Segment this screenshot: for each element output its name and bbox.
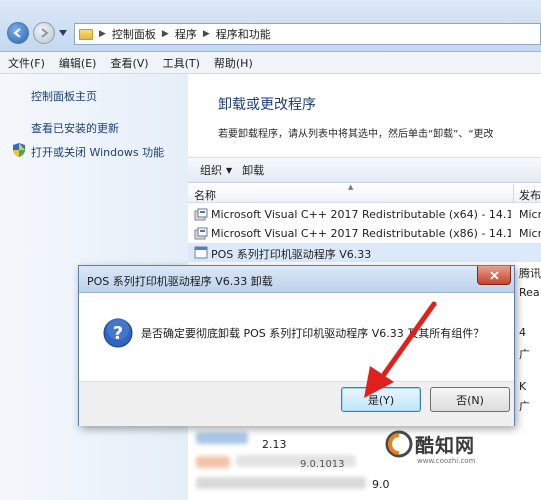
forward-button[interactable] [33, 22, 55, 44]
publisher-fragment: 广 [519, 348, 530, 361]
dialog-title-bar[interactable]: POS 系列打印机驱动程序 V6.33 卸载 [79, 266, 514, 293]
breadcrumb-control-panel[interactable]: 控制面板 [112, 26, 156, 42]
dialog-body: ? 是否确定要彻底卸载 POS 系列打印机驱动程序 V6.33 及其所有组件？ [79, 293, 514, 381]
no-button[interactable]: 否(N) [430, 387, 510, 412]
organize-button[interactable]: 组织 [200, 162, 222, 178]
close-button[interactable] [477, 266, 511, 285]
program-name: POS 系列打印机驱动程序 V6.33 [211, 248, 372, 261]
menu-tools[interactable]: 工具(T) [163, 55, 200, 71]
publisher-fragment: K [519, 380, 527, 393]
program-window-icon [194, 246, 208, 259]
menu-view[interactable]: 查看(V) [110, 55, 148, 71]
table-row[interactable]: Microsoft Visual C++ 2017 Redistributabl… [188, 224, 541, 243]
program-publisher: Micr [519, 227, 541, 240]
control-panel-home-link[interactable]: 控制面板主页 [31, 88, 97, 104]
breadcrumb-separator-icon: ▶ [99, 29, 106, 39]
page-description: 若要卸载程序，请从列表中将其选中，然后单击“卸载”、“更改 [218, 129, 494, 140]
breadcrumb-programs[interactable]: 程序 [175, 26, 197, 42]
column-name[interactable]: 名称 [194, 187, 216, 203]
publisher-fragment: 广 [519, 400, 530, 413]
breadcrumb-programs-features[interactable]: 程序和功能 [216, 26, 271, 42]
command-bar: 组织 ▼ 卸载 [188, 157, 541, 183]
program-version: 2.13 [262, 438, 287, 451]
menu-file[interactable]: 文件(F) [8, 55, 45, 71]
uninstall-button[interactable]: 卸载 [242, 162, 264, 178]
program-version: 9.0 [372, 478, 390, 491]
menu-edit[interactable]: 编辑(E) [59, 55, 97, 71]
menu-help[interactable]: 帮助(H) [214, 55, 253, 71]
program-version: 9.0.1013 [300, 459, 345, 470]
page-title: 卸载或更改程序 [218, 97, 316, 113]
blurred-icon [196, 432, 248, 444]
sort-arrow-icon: ▲ [348, 183, 354, 191]
column-publisher[interactable]: 发布 [519, 187, 541, 203]
breadcrumb[interactable]: ▶ 控制面板 ▶ 程序 ▶ 程序和功能 [74, 23, 541, 45]
program-name: Microsoft Visual C++ 2017 Redistributabl… [211, 227, 511, 240]
blurred-icon [196, 456, 230, 468]
back-button[interactable] [7, 22, 29, 44]
back-arrow-icon [13, 28, 21, 38]
watermark-url: www.coozhi.com [417, 457, 476, 465]
windows-features-link[interactable]: 打开或关闭 Windows 功能 [31, 144, 164, 160]
shield-icon [13, 143, 25, 157]
watermark-text: 酷知网 [415, 435, 476, 457]
blurred-name [196, 477, 366, 489]
column-divider[interactable] [513, 184, 514, 203]
installer-icon [194, 227, 208, 240]
view-installed-updates-link[interactable]: 查看已安装的更新 [31, 120, 119, 136]
chevron-down-icon[interactable]: ▼ [226, 166, 232, 175]
installer-icon [194, 208, 208, 221]
menu-bar: 文件(F) 编辑(E) 查看(V) 工具(T) 帮助(H) [0, 52, 541, 74]
publisher-fragment: 腾讯 [519, 267, 541, 280]
question-icon: ? [103, 318, 133, 348]
uninstall-confirm-dialog: POS 系列打印机驱动程序 V6.33 卸载 ? 是否确定要彻底卸载 POS 系… [78, 265, 515, 426]
column-header: ▲ 名称 发布 [188, 183, 541, 203]
program-name: Microsoft Visual C++ 2017 Redistributabl… [211, 208, 511, 221]
watermark-logo-icon [385, 430, 413, 458]
table-row[interactable]: POS 系列打印机驱动程序 V6.33 [188, 243, 541, 262]
address-bar: ▶ 控制面板 ▶ 程序 ▶ 程序和功能 [0, 0, 541, 52]
publisher-fragment: 4 [519, 326, 526, 339]
breadcrumb-separator-icon: ▶ [202, 29, 210, 39]
dialog-title: POS 系列打印机驱动程序 V6.33 卸载 [87, 275, 273, 288]
publisher-fragment: Rea [519, 286, 540, 299]
control-panel-folder-icon [79, 28, 93, 40]
program-publisher: Micr [519, 208, 541, 221]
svg-text:?: ? [113, 323, 123, 344]
forward-arrow-icon [41, 28, 49, 38]
annotation-arrow-icon [364, 301, 437, 398]
close-icon [489, 270, 499, 280]
breadcrumb-separator-icon: ▶ [161, 29, 169, 39]
recent-pages-dropdown-icon[interactable] [59, 30, 67, 36]
table-row[interactable]: Microsoft Visual C++ 2017 Redistributabl… [188, 205, 541, 224]
